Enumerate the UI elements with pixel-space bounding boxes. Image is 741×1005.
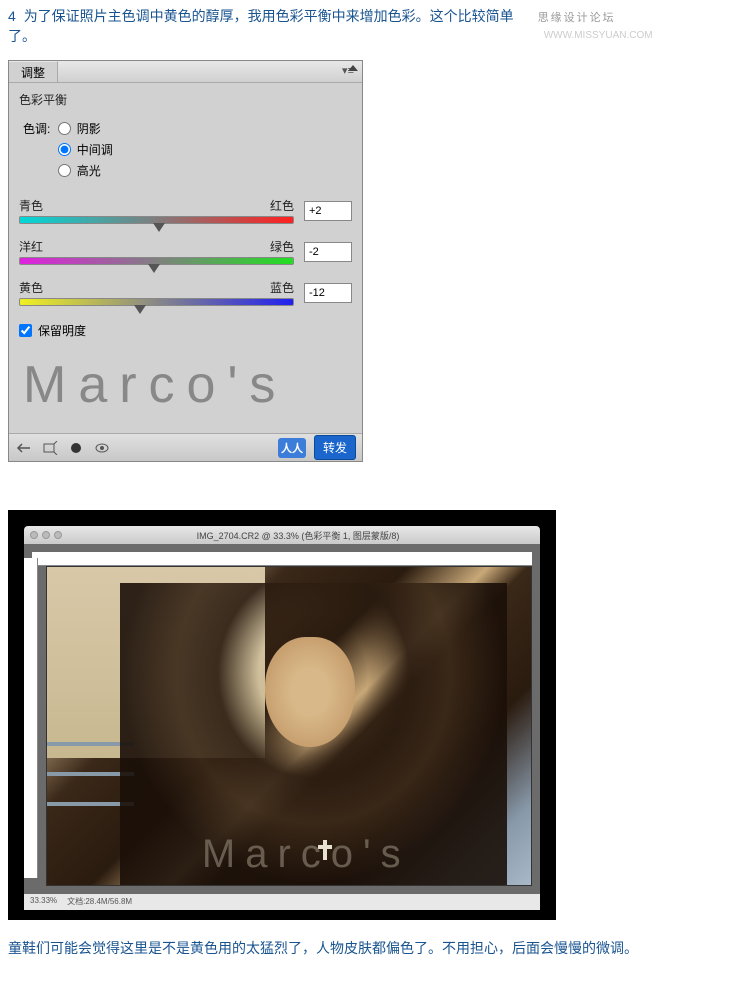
watermark: 思缘设计论坛 (538, 12, 616, 24)
value-yellow-blue[interactable] (304, 283, 352, 303)
ruler-vertical[interactable] (24, 558, 38, 878)
panel-tab-adjustments[interactable]: 调整 (9, 61, 58, 82)
photo-image[interactable]: Marco's (46, 566, 532, 886)
doc-info: 文档:28.4M/56.8M (67, 896, 132, 908)
mac-close-icon[interactable] (30, 531, 38, 539)
photo-preview-frame: IMG_2704.CR2 @ 33.3% (色彩平衡 1, 图层蒙版/8) Ma… (8, 510, 556, 920)
label-green: 绿色 (270, 238, 294, 255)
value-cyan-red[interactable] (304, 201, 352, 221)
preserve-luminosity-label: 保留明度 (38, 322, 86, 339)
clip-icon[interactable] (67, 440, 85, 456)
renren-button[interactable]: 人人 (278, 438, 306, 458)
slider-thumb-cyan-red[interactable] (153, 223, 165, 232)
radio-highlights[interactable] (58, 164, 71, 177)
panel-body: 色彩平衡 色调: 阴影 中间调 高光 (9, 83, 362, 433)
slider-thumb-yellow-blue[interactable] (134, 305, 146, 314)
preserve-luminosity-checkbox[interactable] (19, 324, 32, 337)
radio-highlights-label: 高光 (77, 162, 101, 179)
tone-section: 色调: 阴影 中间调 高光 (23, 120, 352, 183)
photo-canvas: Marco's (24, 544, 540, 894)
radio-midtones[interactable] (58, 143, 71, 156)
instruction-text: 为了保证照片主色调中黄色的醇厚，我用色彩平衡中来增加色彩。这个比较简单了。 (8, 8, 514, 44)
mac-zoom-icon[interactable] (54, 531, 62, 539)
label-blue: 蓝色 (270, 279, 294, 296)
slider-yellow-blue: 黄色 蓝色 (19, 279, 352, 306)
slider-track-cyan-red[interactable] (19, 216, 294, 224)
label-cyan: 青色 (19, 197, 43, 214)
slider-thumb-magenta-green[interactable] (148, 264, 160, 273)
ruler-horizontal[interactable] (32, 552, 532, 566)
visibility-icon[interactable] (93, 440, 111, 456)
expand-icon[interactable] (41, 440, 59, 456)
step-number: 4 (8, 8, 16, 24)
watermark-url: WWW.MISSYUAN.COM (544, 30, 653, 41)
tone-options: 阴影 中间调 高光 (58, 120, 113, 183)
back-icon[interactable] (15, 440, 33, 456)
label-yellow: 黄色 (19, 279, 43, 296)
header-text: 4 为了保证照片主色调中黄色的醇厚，我用色彩平衡中来增加色彩。这个比较简单了。 … (0, 0, 741, 52)
footer-text: 童鞋们可能会觉得这里是不是黄色用的太猛烈了，人物皮肤都偏色了。不用担心，后面会慢… (0, 928, 741, 968)
photo-marcos-watermark: Marco's (202, 832, 411, 877)
document-title: IMG_2704.CR2 @ 33.3% (色彩平衡 1, 图层蒙版/8) (62, 529, 534, 542)
preserve-luminosity-row: 保留明度 (19, 322, 352, 339)
zoom-level[interactable]: 33.33% (30, 896, 57, 908)
radio-shadows[interactable] (58, 122, 71, 135)
slider-track-yellow-blue[interactable] (19, 298, 294, 306)
label-magenta: 洋红 (19, 238, 43, 255)
mac-titlebar: IMG_2704.CR2 @ 33.3% (色彩平衡 1, 图层蒙版/8) (24, 526, 540, 544)
panel-menu-icon[interactable]: ▾≡ (334, 61, 362, 82)
slider-track-magenta-green[interactable] (19, 257, 294, 265)
mac-minimize-icon[interactable] (42, 531, 50, 539)
panel-titlebar: 调整 ▾≡ (9, 61, 362, 83)
marcos-watermark: Marco's (19, 347, 352, 427)
slider-cyan-red: 青色 红色 (19, 197, 352, 224)
radio-shadows-label: 阴影 (77, 120, 101, 137)
mac-window-controls[interactable] (30, 531, 62, 539)
forward-button[interactable]: 转发 (314, 435, 356, 460)
slider-magenta-green: 洋红 绿色 (19, 238, 352, 265)
label-red: 红色 (270, 197, 294, 214)
value-magenta-green[interactable] (304, 242, 352, 262)
adjustments-panel: 调整 ▾≡ 色彩平衡 色调: 阴影 中间调 高光 (8, 60, 363, 462)
adjustment-title: 色彩平衡 (19, 91, 352, 108)
photo-statusbar: 33.33% 文档:28.4M/56.8M (24, 894, 540, 910)
tone-label: 色调: (23, 120, 50, 137)
radio-midtones-label: 中间调 (77, 141, 113, 158)
panel-footer: 人人 转发 (9, 433, 362, 461)
